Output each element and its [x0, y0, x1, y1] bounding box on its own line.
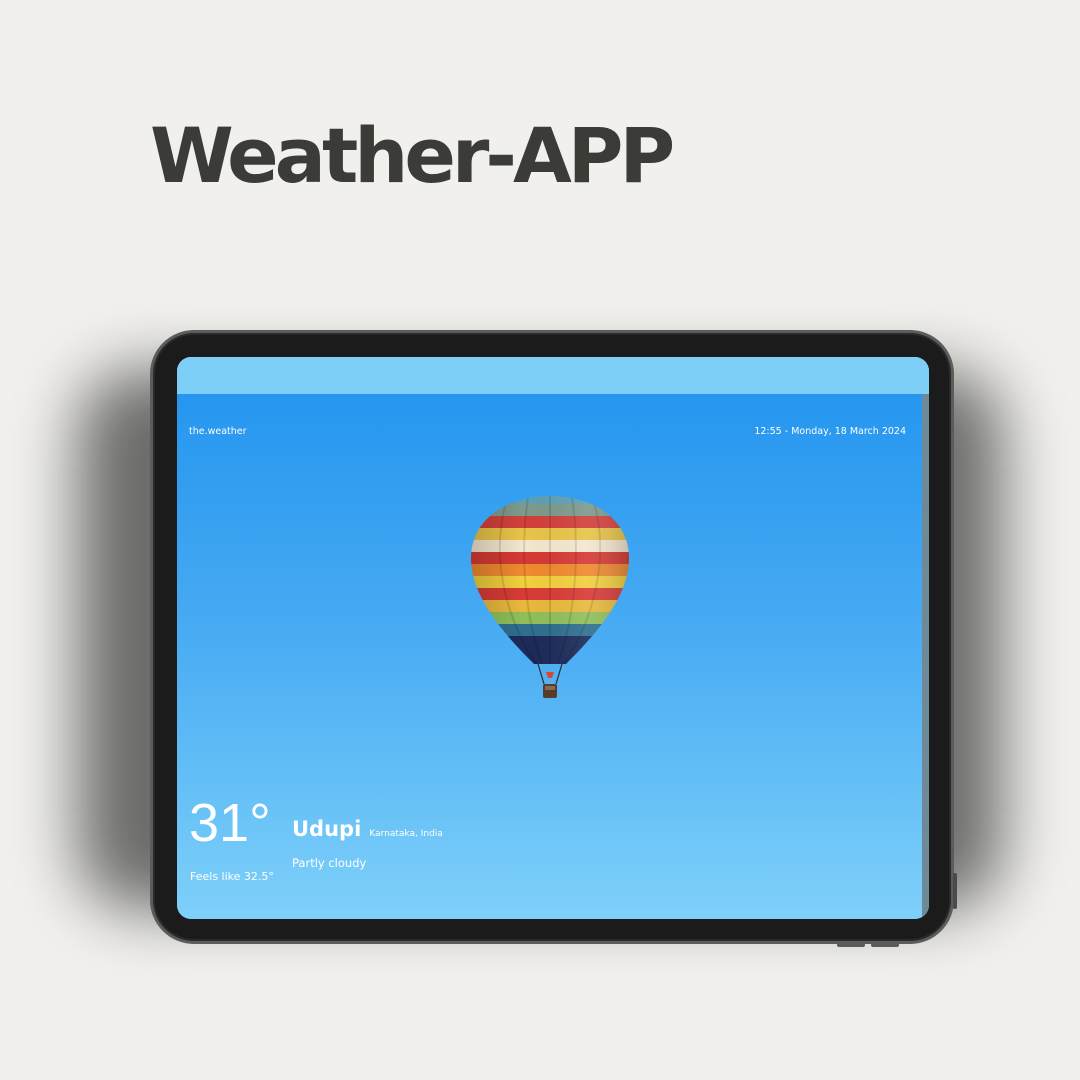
- temperature-reading: 31°: [189, 793, 271, 853]
- region-name: Karnataka, India: [369, 829, 443, 839]
- city-name: Udupi: [292, 817, 362, 841]
- weather-condition: Partly cloudy: [292, 856, 367, 870]
- volume-button: [837, 943, 865, 947]
- feels-like-text: Feels like 32.5°: [190, 870, 274, 883]
- side-button: [953, 873, 957, 909]
- hot-air-balloon-icon: [462, 492, 638, 712]
- volume-button: [871, 943, 899, 947]
- tablet-device: the.weather 12:55 - Monday, 18 March 202…: [150, 330, 957, 947]
- browser-top-bar: [177, 357, 929, 394]
- tablet-screen: the.weather 12:55 - Monday, 18 March 202…: [177, 357, 929, 919]
- page-title: Weather-APP: [150, 111, 675, 200]
- app-brand[interactable]: the.weather: [189, 426, 247, 437]
- current-datetime: 12:55 - Monday, 18 March 2024: [754, 426, 906, 437]
- location: Udupi Karnataka, India: [292, 817, 443, 841]
- weather-app-view: the.weather 12:55 - Monday, 18 March 202…: [177, 394, 922, 919]
- scrollbar[interactable]: [922, 394, 929, 919]
